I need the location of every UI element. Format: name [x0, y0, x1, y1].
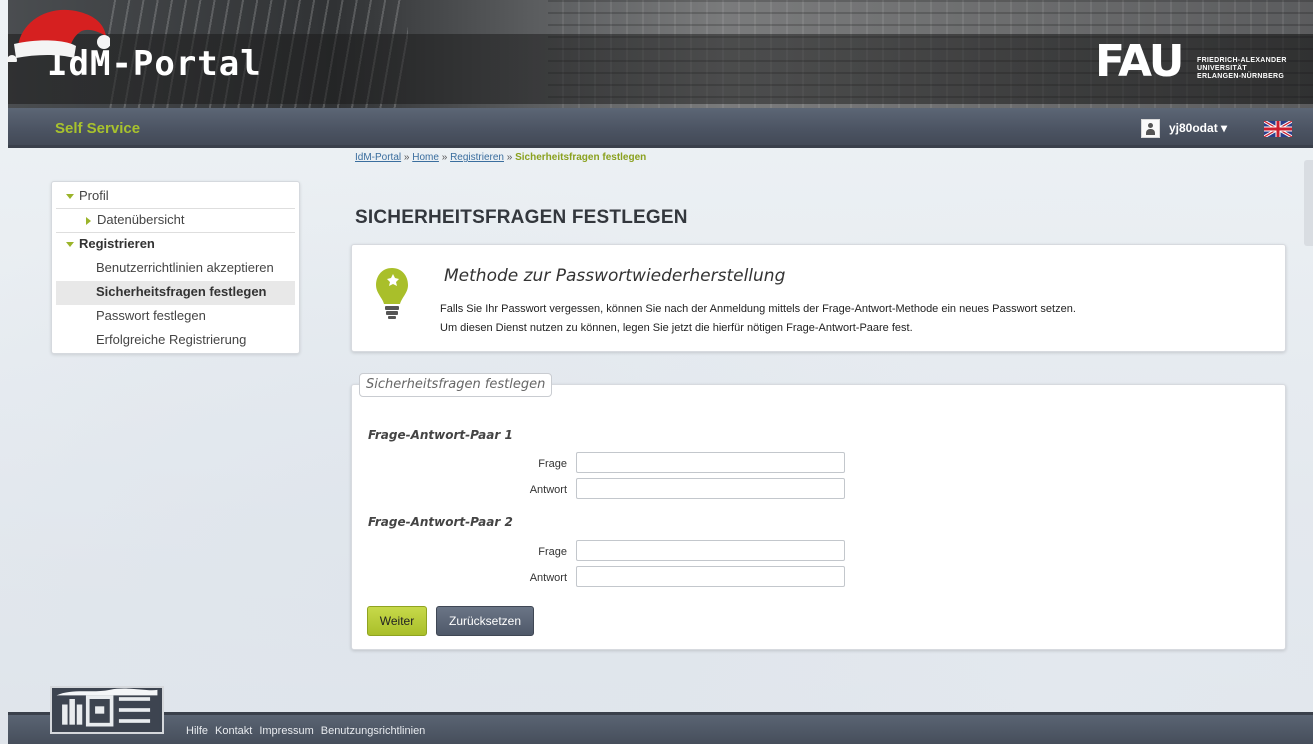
breadcrumb-separator: »	[503, 152, 516, 163]
breadcrumb-home[interactable]: Home	[412, 152, 439, 163]
pair-2-question-input[interactable]	[576, 540, 845, 561]
pair-2-title: Frage-Antwort-Paar 2	[368, 515, 513, 529]
collapsed-arrow-icon	[86, 216, 91, 225]
footer-link-hilfe[interactable]: Hilfe	[186, 725, 208, 737]
breadcrumb-separator: »	[401, 152, 413, 163]
pair-1-answer-input[interactable]	[576, 478, 845, 499]
username-label: yj80odat ▾	[1169, 121, 1228, 135]
info-text-line-2: Um diesen Dienst nutzen zu können, legen…	[440, 322, 913, 334]
santa-hat-icon	[7, 9, 110, 62]
lightbulb-icon	[376, 268, 408, 319]
top-navbar: Self Service yj80odat ▾	[8, 108, 1313, 148]
weiter-button[interactable]: Weiter	[367, 606, 427, 636]
sidebar-item-label: Datenübersicht	[97, 212, 185, 227]
sidebar-item-label: Sicherheitsfragen festlegen	[96, 284, 267, 299]
sidebar-item-label: Erfolgreiche Registrierung	[96, 332, 247, 347]
sidebar-item-registrieren[interactable]: Registrieren	[56, 233, 295, 257]
breadcrumb-registrieren[interactable]: Registrieren	[450, 152, 504, 163]
breadcrumb-separator: »	[438, 152, 451, 163]
user-menu[interactable]: yj80odat ▾	[1141, 118, 1227, 138]
page-title: SICHERHEITSFRAGEN FESTLEGEN	[355, 207, 688, 228]
expand-arrow-icon	[66, 194, 74, 200]
sidebar-item-label: Registrieren	[79, 236, 155, 251]
info-text-line-1: Falls Sie Ihr Passwort vergessen, können…	[440, 303, 1076, 315]
uk-flag-icon[interactable]	[1264, 121, 1292, 137]
sidebar-item-sicherheitsfragen[interactable]: Sicherheitsfragen festlegen	[56, 281, 295, 305]
reset-button[interactable]: Zurücksetzen	[436, 606, 534, 636]
footer-link-benutzungsrichtlinien[interactable]: Benutzungsrichtlinien	[321, 725, 426, 737]
pair-2-answer-input[interactable]	[576, 566, 845, 587]
sidebar-item-datenubersicht[interactable]: Datenübersicht	[56, 209, 295, 233]
fau-line-1: FRIEDRICH-ALEXANDER	[1197, 57, 1287, 64]
info-panel: Methode zur Passwortwiederherstellung Fa…	[351, 244, 1286, 352]
pair-1-title: Frage-Antwort-Paar 1	[368, 428, 513, 442]
fau-line-2: UNIVERSITÄT	[1197, 65, 1247, 72]
pair-1-question-input[interactable]	[576, 452, 845, 473]
sidebar-item-label: Passwort festlegen	[96, 308, 206, 323]
fau-logo-subtitle: FRIEDRICH-ALEXANDER UNIVERSITÄT ERLANGEN…	[1197, 57, 1307, 81]
sidebar-item-profil[interactable]: Profil	[56, 185, 295, 209]
pair-1-question-label: Frage	[538, 458, 567, 470]
rrze-logo[interactable]	[50, 686, 164, 734]
fau-logo[interactable]: FAU FRIEDRICH-ALEXANDER UNIVERSITÄT ERLA…	[1095, 40, 1305, 90]
sidebar-item-benutzerrichtlinien[interactable]: Benutzerrichtlinien akzeptieren	[56, 257, 295, 281]
breadcrumb: IdM-Portal » Home » Registrieren » Siche…	[355, 152, 646, 163]
footer-link-impressum[interactable]: Impressum	[259, 725, 313, 737]
user-icon	[1141, 118, 1160, 138]
sidebar-menu: Profil Datenübersicht Registrieren Benut…	[51, 181, 300, 354]
fau-logo-letters: FAU	[1095, 36, 1184, 87]
sidebar-item-erfolgreiche-registrierung[interactable]: Erfolgreiche Registrierung	[56, 329, 295, 353]
breadcrumb-idm-portal[interactable]: IdM-Portal	[355, 152, 401, 163]
info-heading: Methode zur Passwortwiederherstellung	[444, 266, 786, 286]
footer-link-kontakt[interactable]: Kontakt	[215, 725, 252, 737]
footer-links: Hilfe Kontakt Impressum Benutzungsrichtl…	[186, 725, 425, 737]
form-legend: Sicherheitsfragen festlegen	[359, 373, 553, 397]
expand-arrow-icon	[66, 242, 74, 248]
pair-1-answer-label: Antwort	[529, 484, 567, 496]
sidebar-item-label: Benutzerrichtlinien akzeptieren	[96, 260, 274, 275]
self-service-link[interactable]: Self Service	[55, 120, 140, 137]
right-edge-tab[interactable]	[1304, 160, 1313, 246]
pair-2-question-label: Frage	[538, 546, 567, 558]
pair-2-answer-label: Antwort	[529, 572, 567, 584]
fau-line-3: ERLANGEN-NÜRNBERG	[1197, 73, 1285, 80]
sidebar-item-passwort[interactable]: Passwort festlegen	[56, 305, 295, 329]
breadcrumb-current: Sicherheitsfragen festlegen	[515, 152, 647, 163]
sidebar-item-label: Profil	[79, 188, 109, 203]
